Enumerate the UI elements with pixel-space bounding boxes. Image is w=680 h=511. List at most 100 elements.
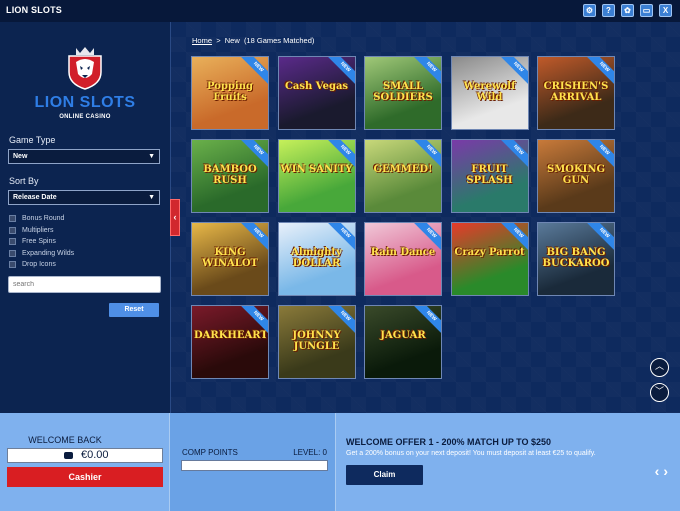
- collapse-sidebar-button[interactable]: ‹: [170, 199, 180, 236]
- balance-value: €0.00: [81, 449, 109, 461]
- game-title: DARKHEARTS: [194, 330, 269, 341]
- checkbox[interactable]: [9, 261, 16, 269]
- game-tile[interactable]: KING WINALOT NEW: [191, 222, 269, 296]
- scroll-down-button[interactable]: ﹀: [650, 383, 669, 402]
- comp-points-panel: COMP POINTS LEVEL: 0: [170, 413, 336, 511]
- game-tile[interactable]: WIN SANITY NEW: [277, 139, 356, 213]
- game-title: WIN SANITY: [280, 164, 353, 175]
- game-tile[interactable]: SMALL SOLDIERS NEW: [364, 56, 442, 130]
- game-tile[interactable]: GEMMED! NEW: [364, 139, 442, 213]
- game-tile[interactable]: Cash Vegas NEW: [277, 56, 356, 130]
- search-input[interactable]: [8, 276, 161, 293]
- game-tile[interactable]: Popping Fruits NEW: [191, 56, 269, 130]
- game-title: JOHNNY JUNGLE: [292, 330, 341, 352]
- feature-label: Free Spins: [22, 238, 56, 246]
- game-title: Cash Vegas: [284, 81, 349, 92]
- wallet-icon: [64, 452, 73, 459]
- game-title: Rain Dance: [370, 247, 436, 258]
- feature-label: Expanding Wilds: [22, 249, 75, 257]
- reset-button[interactable]: Reset: [109, 303, 159, 317]
- game-tile[interactable]: DARKHEARTS NEW: [191, 305, 269, 379]
- offer-panel: WELCOME OFFER 1 - 200% MATCH UP TO $250 …: [336, 413, 680, 511]
- game-title: Popping Fruits: [207, 81, 253, 103]
- top-bar: LION SLOTS ⚙ ? ✿ ▭ X: [0, 0, 680, 22]
- game-title: BAMBOO RUSH: [203, 164, 257, 186]
- comp-points-progress: [181, 460, 328, 471]
- game-title: Werewolf Wild: [463, 81, 516, 103]
- game-title: BIG BANG BUCKAROO: [542, 247, 610, 269]
- feature-label: Bonus Round: [22, 215, 65, 223]
- game-title: Almighty DOLLAR: [291, 247, 342, 269]
- sidebar: LION SLOTS ONLINE CASINO Game Type New ▼…: [0, 22, 170, 413]
- game-tile[interactable]: Crazy Parrot NEW: [450, 222, 529, 296]
- feature-expanding-wilds[interactable]: Expanding Wilds: [9, 248, 74, 260]
- cashier-button[interactable]: Cashier: [7, 467, 163, 487]
- chevron-down-icon: ▼: [148, 194, 155, 201]
- sort-by-value: Release Date: [13, 194, 57, 201]
- offer-text: Get a 200% bonus on your next deposit! Y…: [346, 450, 596, 457]
- welcome-back-label: WELCOME BACK: [28, 435, 102, 445]
- checkbox[interactable]: [9, 249, 16, 257]
- chevron-down-icon: ▼: [148, 153, 155, 160]
- sort-by-label: Sort By: [9, 176, 39, 186]
- claim-button[interactable]: Claim: [346, 465, 423, 485]
- breadcrumb-home-link[interactable]: Home: [192, 36, 212, 45]
- game-title: KING WINALOT: [202, 247, 258, 269]
- game-tile[interactable]: Werewolf Wild NEW: [450, 56, 529, 130]
- game-title: Crazy Parrot: [454, 247, 525, 258]
- game-tile[interactable]: BAMBOO RUSH NEW: [191, 139, 269, 213]
- game-type-value: New: [13, 153, 28, 160]
- offer-title: WELCOME OFFER 1 - 200% MATCH UP TO $250: [346, 437, 552, 447]
- game-type-label: Game Type: [9, 135, 56, 145]
- game-title: CRISHEN'S ARRIVAL: [543, 81, 609, 103]
- breadcrumb-separator: >: [216, 36, 221, 45]
- checkbox[interactable]: [9, 226, 16, 234]
- feature-bonus-round[interactable]: Bonus Round: [9, 213, 74, 225]
- game-grid-area: Home > New (18 Games Matched) Popping Fr…: [170, 22, 680, 413]
- checkbox[interactable]: [9, 238, 16, 246]
- game-tile[interactable]: FRUIT SPLASH NEW: [450, 139, 529, 213]
- game-tile[interactable]: BIG BANG BUCKAROO NEW: [537, 222, 615, 296]
- game-title: JAGUAR: [380, 330, 426, 341]
- breadcrumb: Home > New (18 Games Matched): [192, 36, 314, 45]
- breadcrumb-current: New: [224, 36, 240, 45]
- logo-subtitle: ONLINE CASINO: [59, 114, 111, 120]
- level-label: LEVEL: 0: [293, 448, 327, 457]
- game-title: SMALL SOLDIERS: [373, 81, 433, 103]
- feature-drop-icons[interactable]: Drop Icons: [9, 259, 74, 271]
- game-tile[interactable]: JAGUAR NEW: [364, 305, 442, 379]
- top-icons: ⚙ ? ✿ ▭ X: [583, 4, 672, 17]
- footer: WELCOME BACK €0.00 Cashier COMP POINTS L…: [0, 413, 680, 511]
- help-icon[interactable]: ?: [602, 4, 615, 17]
- app-title: LION SLOTS: [6, 5, 62, 15]
- sort-by-select[interactable]: Release Date ▼: [8, 190, 160, 205]
- games-matched-count: (18 Games Matched): [243, 36, 315, 45]
- game-tile[interactable]: JOHNNY JUNGLE NEW: [277, 305, 356, 379]
- comp-points-label: COMP POINTS: [182, 448, 238, 457]
- game-type-select[interactable]: New ▼: [8, 149, 160, 164]
- close-icon[interactable]: X: [659, 4, 672, 17]
- game-tile[interactable]: Almighty DOLLAR NEW: [277, 222, 356, 296]
- feature-multipliers[interactable]: Multipliers: [9, 225, 74, 237]
- game-tile[interactable]: SMOKING GUN NEW: [537, 139, 615, 213]
- lion-shield-icon: [68, 47, 102, 90]
- feature-label: Multipliers: [22, 226, 54, 234]
- offer-nav: ‹›: [655, 463, 672, 479]
- game-tile[interactable]: CRISHEN'S ARRIVAL NEW: [537, 56, 615, 130]
- game-title: FRUIT SPLASH: [466, 164, 513, 186]
- gear-icon[interactable]: ⚙: [583, 4, 596, 17]
- feature-label: Drop Icons: [22, 261, 56, 269]
- game-title: SMOKING GUN: [546, 164, 606, 186]
- chat-icon[interactable]: ▭: [640, 4, 653, 17]
- feature-filters: Bonus Round Multipliers Free Spins Expan…: [9, 213, 74, 271]
- checkbox[interactable]: [9, 215, 16, 223]
- scroll-up-button[interactable]: ︿: [650, 358, 669, 377]
- settings-icon[interactable]: ✿: [621, 4, 634, 17]
- account-panel: WELCOME BACK €0.00 Cashier: [0, 413, 170, 511]
- offer-next-button[interactable]: ›: [663, 463, 672, 479]
- logo: LION SLOTS ONLINE CASINO: [30, 36, 140, 136]
- logo-title: LION SLOTS: [34, 94, 136, 111]
- game-title: GEMMED!: [373, 164, 433, 175]
- feature-free-spins[interactable]: Free Spins: [9, 236, 74, 248]
- game-tile[interactable]: Rain Dance NEW: [364, 222, 442, 296]
